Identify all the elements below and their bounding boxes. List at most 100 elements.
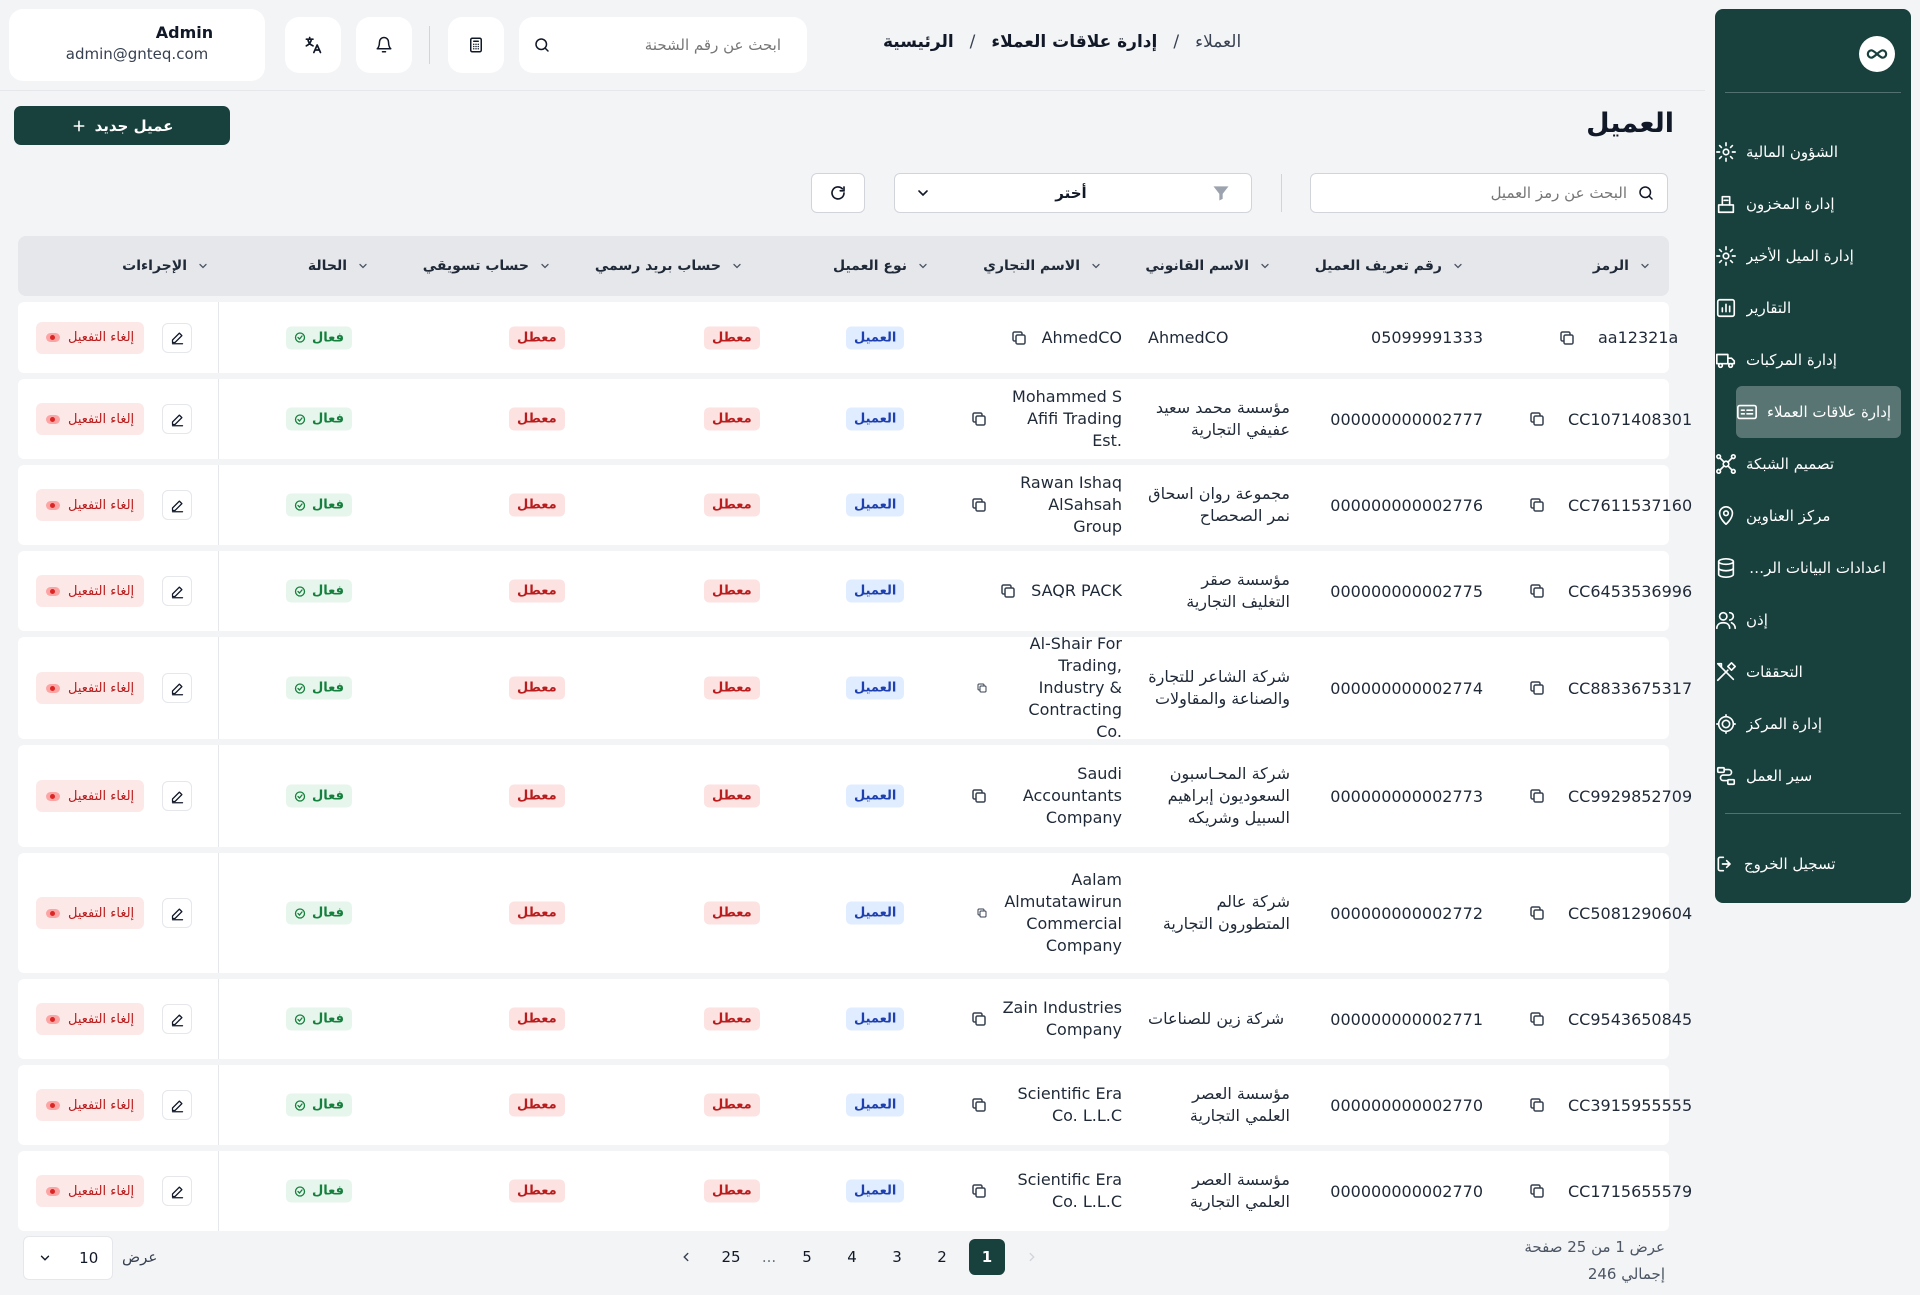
page-button-3[interactable]: 3 bbox=[879, 1239, 915, 1275]
page-button-4[interactable]: 4 bbox=[834, 1239, 870, 1275]
column-header-3[interactable]: الاسم التجاري bbox=[983, 236, 1102, 296]
customer-code-search[interactable] bbox=[1310, 173, 1668, 213]
sidebar-item-5[interactable]: إدارة علاقات العملاء bbox=[1736, 386, 1901, 438]
copy-icon[interactable] bbox=[976, 682, 988, 694]
sidebar-item-11[interactable]: إدارة المركز bbox=[1715, 698, 1911, 750]
page-button-25[interactable]: 25 bbox=[713, 1239, 749, 1275]
notifications-button[interactable] bbox=[356, 17, 412, 73]
edit-button[interactable] bbox=[162, 673, 192, 703]
calculator-button[interactable] bbox=[448, 17, 504, 73]
column-header-6[interactable]: حساب تسويقي bbox=[423, 236, 551, 296]
new-customer-button[interactable]: عميل جديد bbox=[14, 106, 230, 145]
table-row[interactable]: aa12321a 05099991333 AhmedCO AhmedCO الع… bbox=[18, 302, 1678, 373]
page-button-2[interactable]: 2 bbox=[924, 1239, 960, 1275]
refresh-button[interactable] bbox=[811, 173, 865, 213]
copy-icon[interactable] bbox=[1528, 1096, 1546, 1114]
table-row[interactable]: CC5081290604 000000000002772 شركة عالم ا… bbox=[18, 853, 1692, 973]
app-logo[interactable] bbox=[1859, 36, 1895, 72]
shipment-search[interactable] bbox=[519, 17, 807, 73]
page-number: ... bbox=[761, 1248, 777, 1266]
column-header-2[interactable]: الاسم القانوني bbox=[1145, 236, 1271, 296]
deactivate-button[interactable]: إلغاء التفعيل bbox=[36, 575, 145, 607]
column-header-4[interactable]: نوع العميل bbox=[833, 236, 929, 296]
column-header-0[interactable]: الرمز bbox=[1593, 236, 1651, 296]
edit-button[interactable] bbox=[162, 1090, 192, 1120]
sidebar-item-0[interactable]: الشؤون المالية bbox=[1715, 126, 1911, 178]
status-label: فعال bbox=[312, 680, 345, 696]
deactivate-button[interactable]: إلغاء التفعيل bbox=[36, 489, 145, 521]
edit-button[interactable] bbox=[162, 1176, 192, 1206]
deactivate-button[interactable]: إلغاء التفعيل bbox=[36, 403, 145, 435]
filter-select[interactable]: أختر bbox=[894, 173, 1252, 213]
deactivate-button[interactable]: إلغاء التفعيل bbox=[36, 780, 145, 812]
table-row[interactable]: CC3915955555 000000000002770 مؤسسة العصر… bbox=[18, 1065, 1692, 1145]
breadcrumb-crm[interactable]: إدارة علاقات العملاء bbox=[991, 32, 1157, 52]
table-row[interactable]: CC7611537160 000000000002776 مجموعة روان… bbox=[18, 465, 1692, 545]
copy-icon[interactable] bbox=[976, 907, 988, 919]
deactivate-button[interactable]: إلغاء التفعيل bbox=[36, 1089, 145, 1121]
copy-icon[interactable] bbox=[970, 1010, 988, 1028]
copy-icon[interactable] bbox=[1528, 787, 1546, 805]
sidebar-item-7[interactable]: مركز العناوين bbox=[1715, 490, 1911, 542]
deactivate-button[interactable]: إلغاء التفعيل bbox=[36, 897, 145, 929]
table-row[interactable]: CC9543650845 000000000002771 شركة زين لل… bbox=[18, 979, 1692, 1059]
sidebar-item-8[interactable]: اعدادات البيانات الرئيسية bbox=[1715, 542, 1911, 594]
copy-icon[interactable] bbox=[999, 582, 1017, 600]
next-page-button[interactable] bbox=[668, 1239, 704, 1275]
column-header-7[interactable]: الحالة bbox=[308, 236, 369, 296]
copy-icon[interactable] bbox=[970, 1096, 988, 1114]
legal-name: مؤسسة العصر العلمي التجارية bbox=[1189, 1084, 1290, 1125]
table-row[interactable]: CC8833675317 000000000002774 شركة الشاعر… bbox=[18, 634, 1692, 741]
copy-icon[interactable] bbox=[1528, 1182, 1546, 1200]
edit-button[interactable] bbox=[162, 404, 192, 434]
copy-icon[interactable] bbox=[1528, 904, 1546, 922]
table-row[interactable]: CC1071408301 000000000002777 مؤسسة محمد … bbox=[18, 379, 1692, 459]
language-button[interactable] bbox=[285, 17, 341, 73]
deactivate-button[interactable]: إلغاء التفعيل bbox=[36, 672, 145, 704]
column-header-8[interactable]: الإجراءات bbox=[122, 236, 209, 296]
copy-icon[interactable] bbox=[970, 787, 988, 805]
edit-button[interactable] bbox=[162, 898, 192, 928]
edit-button[interactable] bbox=[162, 781, 192, 811]
edit-button[interactable] bbox=[162, 576, 192, 606]
deactivate-button[interactable]: إلغاء التفعيل bbox=[36, 1003, 145, 1035]
deactivate-button[interactable]: إلغاء التفعيل bbox=[36, 1175, 145, 1207]
customer-code-search-input[interactable] bbox=[1323, 184, 1627, 202]
copy-icon[interactable] bbox=[1528, 1010, 1546, 1028]
sidebar-item-6[interactable]: تصميم الشبكة bbox=[1715, 438, 1911, 490]
page-title: العميل bbox=[1586, 108, 1674, 139]
shipment-search-input[interactable] bbox=[561, 36, 781, 54]
edit-button[interactable] bbox=[162, 1004, 192, 1034]
copy-icon[interactable] bbox=[1528, 679, 1546, 697]
edit-button[interactable] bbox=[162, 322, 192, 353]
page-size-select[interactable]: 10 bbox=[23, 1236, 113, 1280]
column-header-1[interactable]: رقم تعريف العميل bbox=[1315, 236, 1464, 296]
sidebar-item-4[interactable]: إدارة المركبات bbox=[1715, 334, 1911, 386]
page-button-1[interactable]: 1 bbox=[969, 1239, 1005, 1275]
page-button-5[interactable]: 5 bbox=[789, 1239, 825, 1275]
column-header-5[interactable]: حساب بريد رسمي bbox=[595, 236, 743, 296]
sidebar-item-2[interactable]: إدارة الميل الأخير bbox=[1715, 230, 1911, 282]
copy-icon[interactable] bbox=[1558, 329, 1576, 347]
prev-page-button[interactable] bbox=[1014, 1239, 1050, 1275]
copy-icon[interactable] bbox=[970, 496, 988, 514]
copy-icon[interactable] bbox=[1010, 329, 1028, 347]
user-card[interactable]: Admin admin@gnteq.com bbox=[9, 9, 265, 81]
copy-icon[interactable] bbox=[1528, 496, 1546, 514]
copy-icon[interactable] bbox=[970, 1182, 988, 1200]
table-row[interactable]: CC9929852709 000000000002773 شركة المحـا… bbox=[18, 745, 1692, 847]
table-row[interactable]: CC6453536996 000000000002775 مؤسسة صقر ا… bbox=[18, 551, 1692, 631]
table-row[interactable]: CC1715655579 000000000002770 مؤسسة العصر… bbox=[18, 1151, 1692, 1231]
sidebar-item-12[interactable]: سير العمل bbox=[1715, 750, 1911, 802]
copy-icon[interactable] bbox=[1528, 410, 1546, 428]
deactivate-button[interactable]: إلغاء التفعيل bbox=[36, 321, 145, 354]
sidebar-item-3[interactable]: التقارير bbox=[1715, 282, 1911, 334]
logout-button[interactable]: تسجيل الخروج bbox=[1715, 838, 1911, 890]
breadcrumb-home[interactable]: الرئيسية bbox=[883, 32, 954, 52]
edit-button[interactable] bbox=[162, 490, 192, 520]
copy-icon[interactable] bbox=[1528, 582, 1546, 600]
sidebar-item-10[interactable]: التحققات bbox=[1715, 646, 1911, 698]
sidebar-item-1[interactable]: إدارة المخزون bbox=[1715, 178, 1911, 230]
copy-icon[interactable] bbox=[970, 410, 988, 428]
sidebar-item-9[interactable]: إذن bbox=[1715, 594, 1911, 646]
